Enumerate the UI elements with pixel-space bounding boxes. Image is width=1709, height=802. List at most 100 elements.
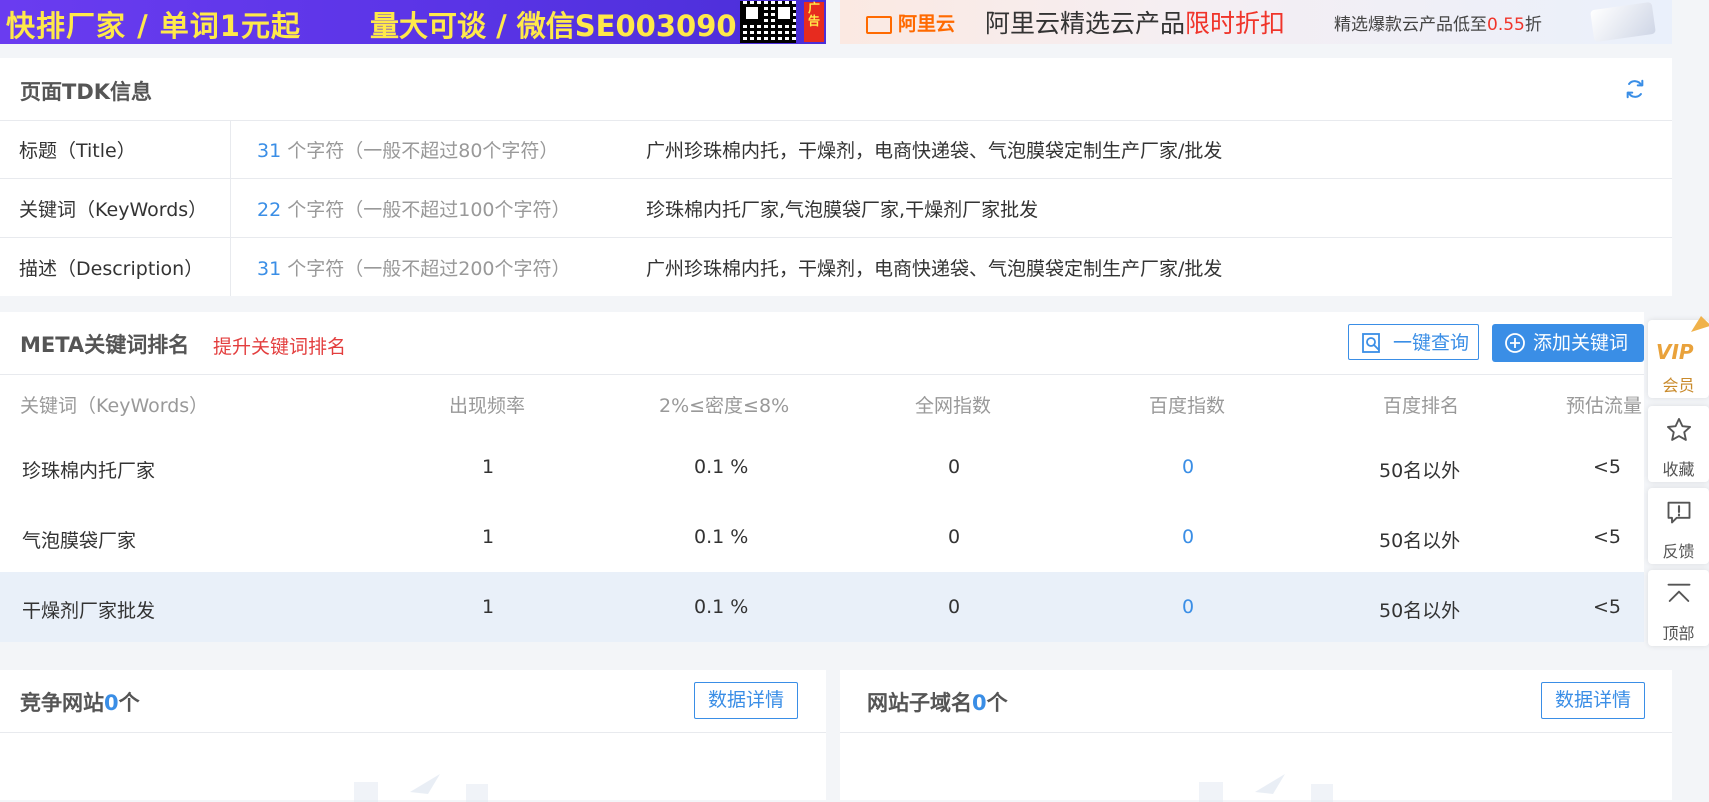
tdk-char-count: 31 个字符（一般不超过200个字符） — [257, 254, 571, 281]
tdk-count-number: 31 — [257, 140, 282, 162]
ad-sub-suffix: 折 — [1524, 15, 1542, 35]
meta-keyword-panel: META关键词排名 提升关键词排名 一键查询 添加关键词 关键词（KeyWord… — [0, 312, 1644, 642]
aliyun-logo-text: 阿里云 — [898, 13, 956, 35]
column-header-baidu-index: 百度指数 — [1149, 395, 1226, 417]
subdomain-data-details-button[interactable]: 数据详情 — [1541, 682, 1645, 719]
top-label: 顶部 — [1662, 624, 1695, 643]
tdk-panel: 页面TDK信息 标题（Title） 31 个字符（一般不超过80个字符） 广州珍… — [0, 58, 1672, 296]
all-index-cell: 0 — [948, 596, 961, 618]
frequency-cell: 1 — [482, 596, 495, 618]
tdk-label: 标题（Title） — [19, 140, 136, 162]
ad-banner-left[interactable]: 快排厂家 / 单词1元起 量大可谈 / 微信SE003090 广告 — [0, 0, 826, 44]
tdk-value: 广州珍珠棉内托，干燥剂，电商快递袋、气泡膜袋定制生产厂家/批发 — [646, 258, 1223, 280]
tdk-value: 广州珍珠棉内托，干燥剂，电商快递袋、气泡膜袋定制生产厂家/批发 — [646, 140, 1223, 162]
ad-right-sub: 精选爆款云产品低至0.55折 — [1334, 10, 1542, 35]
feedback-icon — [1667, 501, 1691, 524]
baidu-rank-cell: 50名以外 — [1379, 600, 1461, 622]
favorite-label: 收藏 — [1662, 460, 1695, 479]
tdk-label: 关键词（KeyWords） — [19, 199, 208, 221]
column-header-keyword: 关键词（KeyWords） — [20, 395, 209, 417]
empty-state-illustration — [1199, 774, 1333, 802]
tdk-label: 描述（Description） — [19, 258, 204, 280]
ad-headline-highlight: 限时折扣 — [1185, 9, 1286, 38]
competitor-data-details-button[interactable]: 数据详情 — [694, 682, 798, 719]
aliyun-logo: 阿里云 — [866, 9, 955, 36]
traffic-cell: <5 — [1593, 526, 1622, 548]
baidu-index-cell[interactable]: 0 — [1182, 596, 1194, 618]
aliyun-logo-icon — [866, 15, 892, 34]
tdk-row-keywords: 关键词（KeyWords） 22 个字符（一般不超过100个字符） 珍珠棉内托厂… — [0, 179, 1672, 238]
improve-ranking-link[interactable]: 提升关键词排名 — [213, 332, 346, 359]
subdomain-unit: 个 — [986, 691, 1008, 715]
query-button-label: 一键查询 — [1393, 332, 1470, 354]
plus-circle-icon — [1505, 333, 1525, 353]
ad-banner-right[interactable]: 阿里云 阿里云精选云产品限时折扣 精选爆款云产品低至0.55折 — [840, 0, 1672, 44]
tdk-count-note: 个字符（一般不超过80个字符） — [281, 140, 559, 162]
subdomain-panel-title: 网站子域名0个 — [867, 687, 1008, 717]
traffic-cell: <5 — [1593, 596, 1622, 618]
baidu-index-cell[interactable]: 0 — [1182, 456, 1194, 478]
favorite-button[interactable]: 收藏 — [1648, 406, 1709, 482]
all-index-cell: 0 — [948, 456, 961, 478]
column-header-traffic: 预估流量 — [1566, 395, 1643, 417]
keyword-cell: 干燥剂厂家批发 — [22, 600, 156, 622]
competitor-title-text: 竞争网站 — [20, 691, 104, 715]
tdk-count-number: 22 — [257, 199, 282, 221]
tdk-count-note: 个字符（一般不超过100个字符） — [281, 199, 571, 221]
search-doc-icon — [1362, 333, 1380, 353]
baidu-index-cell[interactable]: 0 — [1182, 526, 1194, 548]
tdk-panel-header: 页面TDK信息 — [0, 58, 1672, 121]
column-header-baidu-rank: 百度排名 — [1383, 395, 1460, 417]
competitor-panel-title: 竞争网站0个 — [20, 687, 140, 717]
subdomain-panel: 网站子域名0个 数据详情 — [840, 670, 1672, 802]
vip-label: 会员 — [1662, 376, 1695, 395]
ad-sub-highlight: 0.55 — [1487, 15, 1525, 35]
vip-member-button[interactable]: VIP 会员 — [1648, 316, 1709, 398]
tdk-divider — [230, 179, 231, 237]
ad-left-text1: 快排厂家 / 单词1元起 — [6, 9, 301, 43]
one-click-query-button[interactable]: 一键查询 — [1348, 324, 1479, 360]
ad-sub-text: 精选爆款云产品低至 — [1334, 15, 1487, 35]
frequency-cell: 1 — [482, 526, 495, 548]
feedback-button[interactable]: 反馈 — [1648, 488, 1709, 564]
arrow-up-icon — [1667, 583, 1691, 602]
baidu-rank-cell: 50名以外 — [1379, 460, 1461, 482]
crown-icon — [1691, 316, 1709, 332]
competitor-sites-panel: 竞争网站0个 数据详情 — [0, 670, 826, 802]
column-header-all-index: 全网指数 — [915, 395, 992, 417]
density-cell: 0.1 % — [694, 456, 749, 478]
density-cell: 0.1 % — [694, 526, 749, 548]
tdk-divider — [230, 120, 231, 178]
add-keyword-button[interactable]: 添加关键词 — [1492, 324, 1644, 362]
qr-code-image — [740, 1, 796, 43]
tdk-panel-title: 页面TDK信息 — [20, 80, 153, 104]
keyword-cell: 珍珠棉内托厂家 — [22, 460, 156, 482]
back-to-top-button[interactable]: 顶部 — [1648, 570, 1709, 646]
subdomain-title-text: 网站子域名 — [867, 691, 972, 715]
refresh-icon[interactable] — [1624, 78, 1646, 100]
tdk-value: 珍珠棉内托厂家,气泡膜袋厂家,干燥剂厂家批发 — [646, 199, 1039, 221]
ad-headline-text: 阿里云精选云产品 — [985, 9, 1186, 38]
meta-panel-title: META关键词排名 — [20, 333, 190, 357]
tdk-count-note: 个字符（一般不超过200个字符） — [281, 258, 571, 280]
ad-right-headline: 阿里云精选云产品限时折扣 — [985, 4, 1285, 40]
add-button-label: 添加关键词 — [1533, 332, 1629, 354]
subdomain-count: 0 — [972, 691, 987, 715]
density-cell: 0.1 % — [694, 596, 749, 618]
frequency-cell: 1 — [482, 456, 495, 478]
all-index-cell: 0 — [948, 526, 961, 548]
vip-icon: VIP — [1656, 340, 1694, 364]
ad-left-text2: 量大可谈 / 微信SE003090 — [370, 9, 737, 43]
tdk-divider — [230, 238, 231, 296]
column-header-frequency: 出现频率 — [449, 395, 526, 417]
baidu-rank-cell: 50名以外 — [1379, 530, 1461, 552]
traffic-cell: <5 — [1593, 456, 1622, 478]
meta-panel-header: META关键词排名 提升关键词排名 一键查询 添加关键词 — [0, 312, 1644, 375]
column-header-density: 2%≤密度≤8% — [659, 395, 790, 417]
subdomain-panel-header: 网站子域名0个 数据详情 — [840, 670, 1672, 733]
star-icon — [1666, 417, 1692, 441]
feedback-label: 反馈 — [1662, 542, 1695, 561]
empty-state-illustration — [354, 774, 488, 802]
tdk-char-count: 31 个字符（一般不超过80个字符） — [257, 136, 558, 163]
keyword-cell: 气泡膜袋厂家 — [22, 530, 137, 552]
